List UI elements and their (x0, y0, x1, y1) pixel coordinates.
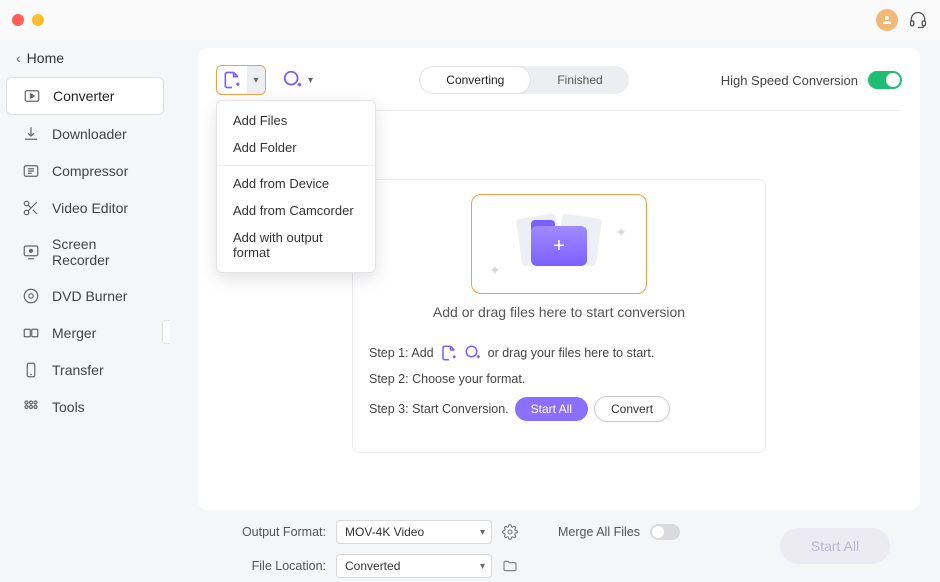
titlebar (0, 0, 940, 40)
plus-icon: + (553, 235, 565, 258)
menu-add-output-format[interactable]: Add with output format (217, 224, 375, 266)
minimize-window-button[interactable] (32, 14, 44, 26)
tab-finished[interactable]: Finished (531, 66, 628, 94)
converter-icon (23, 87, 41, 105)
sidebar: ‹ Home Converter Downloader Compressor V… (0, 40, 170, 582)
menu-add-files[interactable]: Add Files (217, 107, 375, 134)
scissors-icon (22, 199, 40, 217)
status-tabs: Converting Finished (419, 66, 628, 94)
back-home-button[interactable]: ‹ Home (0, 44, 170, 76)
circle-plus-icon (464, 344, 482, 362)
output-format-row: Output Format: MOV-4K Video (238, 520, 518, 544)
add-file-button-group: ▾ (216, 65, 266, 95)
menu-add-camcorder[interactable]: Add from Camcorder (217, 197, 375, 224)
output-format-select[interactable]: MOV-4K Video (336, 520, 492, 544)
screen-recorder-icon (22, 243, 40, 261)
convert-button[interactable]: Convert (594, 396, 670, 422)
footer: Output Format: MOV-4K Video File Locatio… (198, 510, 920, 582)
drop-hint-text: Add or drag files here to start conversi… (369, 304, 749, 320)
menu-separator (217, 165, 375, 166)
home-label: Home (27, 50, 64, 66)
file-plus-icon (440, 344, 458, 362)
file-location-row: File Location: Converted (238, 554, 518, 578)
step-2: Step 2: Choose your format. (369, 372, 749, 386)
add-url-button[interactable]: ▾ (282, 69, 313, 91)
sidebar-item-transfer[interactable]: Transfer (6, 352, 164, 388)
merge-label: Merge All Files (558, 525, 640, 539)
tab-converting[interactable]: Converting (419, 66, 531, 94)
high-speed-toggle-group: High Speed Conversion (721, 71, 902, 89)
high-speed-switch[interactable] (868, 71, 902, 89)
merger-icon (22, 324, 40, 342)
add-dropdown-menu: Add Files Add Folder Add from Device Add… (216, 100, 376, 273)
sparkle-icon: ✦ (615, 224, 627, 241)
transfer-icon (22, 361, 40, 379)
add-file-dropdown-toggle[interactable]: ▾ (247, 65, 265, 95)
sidebar-item-downloader[interactable]: Downloader (6, 116, 164, 152)
user-avatar[interactable] (876, 9, 898, 31)
headset-icon[interactable] (908, 10, 928, 30)
dropzone-card: + ✦ ✦ Add or drag files here to start co… (352, 179, 766, 453)
circle-plus-icon (282, 69, 304, 91)
file-plus-icon (222, 70, 242, 90)
menu-add-device[interactable]: Add from Device (217, 170, 375, 197)
output-format-label: Output Format: (238, 525, 326, 539)
main-panel: ▾ ▾ Converting Finished High Speed Conve… (198, 48, 920, 510)
file-location-label: File Location: (238, 559, 326, 573)
sidebar-item-merger[interactable]: Merger (6, 315, 164, 351)
sidebar-item-converter[interactable]: Converter (6, 77, 164, 115)
sidebar-item-compressor[interactable]: Compressor (6, 153, 164, 189)
sparkle-icon: ✦ (489, 262, 501, 279)
compressor-icon (22, 162, 40, 180)
grid-icon (22, 398, 40, 416)
drop-target[interactable]: + ✦ ✦ (471, 194, 647, 294)
person-icon (881, 14, 893, 26)
step-1: Step 1: Add or drag your files here to s… (369, 344, 749, 362)
chevron-down-icon: ▾ (308, 75, 313, 86)
high-speed-label: High Speed Conversion (721, 73, 858, 88)
download-icon (22, 125, 40, 143)
file-location-select[interactable]: Converted (336, 554, 492, 578)
chevron-left-icon: ‹ (16, 50, 21, 66)
close-window-button[interactable] (12, 14, 24, 26)
add-file-button[interactable] (217, 65, 247, 95)
sidebar-item-video-editor[interactable]: Video Editor (6, 190, 164, 226)
step-3: Step 3: Start Conversion. Start All Conv… (369, 396, 749, 422)
gear-icon[interactable] (502, 524, 518, 540)
merge-all-group: Merge All Files (558, 524, 680, 540)
merge-all-switch[interactable] (650, 524, 680, 540)
menu-add-folder[interactable]: Add Folder (217, 134, 375, 161)
window-controls (12, 14, 44, 26)
start-all-button[interactable]: Start All (515, 397, 588, 421)
steps-list: Step 1: Add or drag your files here to s… (369, 344, 749, 422)
sidebar-item-tools[interactable]: Tools (6, 389, 164, 425)
sidebar-item-screen-recorder[interactable]: Screen Recorder (6, 227, 164, 277)
disc-icon (22, 287, 40, 305)
folder-illustration: + ✦ ✦ (519, 216, 599, 272)
start-all-footer-button[interactable]: Start All (780, 528, 890, 564)
sidebar-item-dvd-burner[interactable]: DVD Burner (6, 278, 164, 314)
toolbar: ▾ ▾ Converting Finished High Speed Conve… (216, 60, 902, 100)
folder-icon[interactable] (502, 558, 518, 574)
